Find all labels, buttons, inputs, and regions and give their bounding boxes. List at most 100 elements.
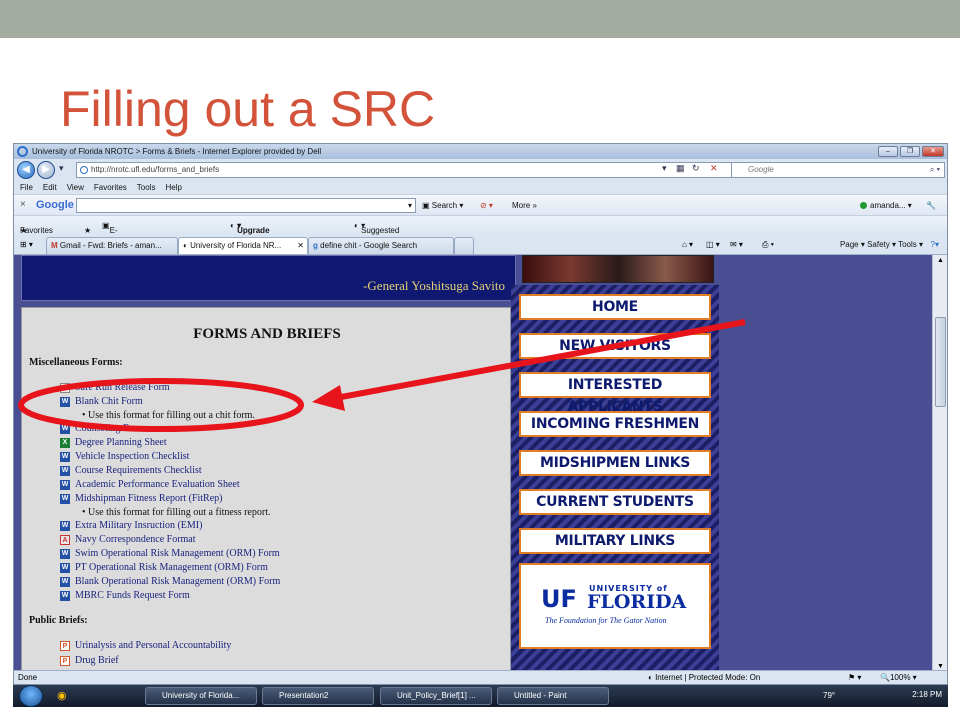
mail-icon[interactable]: ✉ ▾ [730,240,743,249]
tab-define-chit[interactable]: g define chit - Google Search [308,237,454,254]
maximize-button[interactable]: ❐ [900,146,920,157]
page-header-band: -General Yoshitsuga Savito [21,255,516,301]
chit-note: • Use this format for filling out a chit… [82,410,255,421]
address-dropdown-icon[interactable]: ▾ [662,163,667,174]
word-file-icon: W [60,466,70,476]
scroll-down-icon[interactable]: ▼ [937,663,944,670]
history-dropdown-icon[interactable]: ▾ [59,163,64,174]
security-zone: ◐ Internet | Protected Mode: On [648,673,761,682]
favorite-elearning[interactable]: ▣ E-Learning (Sakai) EIN435... [102,221,143,262]
back-button[interactable]: ◀ [17,161,35,179]
refresh-icon[interactable]: ↻ [692,163,700,174]
menu-favorites[interactable]: Favorites [94,181,127,194]
compat-view-icon[interactable]: ▦ [676,163,685,174]
taskbar-paint[interactable]: Untitled - Paint [497,687,609,705]
link-safe-run-release[interactable]: Safe Run Release Form [75,382,170,393]
link-emi[interactable]: Extra Military Insruction (EMI) [75,520,202,531]
tab-chit-label: define chit - Google Search [320,241,418,250]
uf-logo-mark: UF [541,585,577,613]
feeds-icon[interactable]: ◫ ▾ [706,240,720,249]
google-search-dropdown-icon[interactable]: ▾ [408,201,412,210]
google-more-button[interactable]: More » [512,201,537,210]
taskbar-ie[interactable]: University of Florida... [145,687,257,705]
google-account[interactable]: amanda... ▾ [860,201,912,210]
link-blank-orm[interactable]: Blank Operational Risk Management (ORM) … [75,576,280,587]
tab-uf-label: University of Florida NR... [190,241,282,250]
favorite-suggested[interactable]: ◐ Suggested Sites ▾ [354,221,399,244]
nav-new-visitors[interactable]: NEW VISITORS [519,333,711,359]
link-urinalysis-brief[interactable]: Urinalysis and Personal Accountability [75,640,231,651]
word-file-icon: W [60,452,70,462]
word-file-icon: W [60,563,70,573]
window-title: University of Florida NROTC > Forms & Br… [32,147,322,156]
close-button[interactable]: ✕ [922,146,944,157]
nav-home[interactable]: HOME [519,294,711,320]
menu-edit[interactable]: Edit [43,181,57,194]
nav-midshipmen-links[interactable]: MIDSHIPMEN LINKS [519,450,711,476]
new-tab-button[interactable] [454,237,474,254]
menu-tools[interactable]: Tools [137,181,156,194]
print-icon[interactable]: ⎙ ▾ [762,240,774,250]
tab-gmail[interactable]: M Gmail - Fwd: Briefs - aman... [46,237,178,254]
taskbar-word[interactable]: Unit_Policy_Brief[1] ... [380,687,492,705]
google-search-button[interactable]: ▣ Search ▾ [422,201,463,210]
link-blank-chit[interactable]: Blank Chit Form [75,396,143,407]
ie-tab-icon: ◐ [183,241,188,250]
link-drug-brief[interactable]: Drug Brief [75,655,119,666]
link-course-requirements[interactable]: Course Requirements Checklist [75,465,202,476]
vertical-scrollbar[interactable]: ▲ ▼ [932,255,947,672]
link-degree-planning[interactable]: Degree Planning Sheet [75,437,167,448]
link-swim-orm[interactable]: Swim Operational Risk Management (ORM) F… [75,548,280,559]
nav-incoming-freshmen[interactable]: INCOMING FRESHMEN [519,411,711,437]
forms-heading: FORMS AND BRIEFS [193,326,341,342]
minimize-button[interactable]: – [878,146,898,157]
google-toolbar-search-input[interactable] [76,198,416,213]
favorite-upgrade[interactable]: ◐ Upgrade Your Browser ▾ [230,221,270,253]
nav-interested-applicants[interactable]: INTERESTED APPLICANTS [519,372,711,415]
clock[interactable]: 2:18 PM [912,690,942,699]
link-vehicle-inspection[interactable]: Vehicle Inspection Checklist [75,451,189,462]
pdf-file-icon: A [60,535,70,545]
menu-view[interactable]: View [67,181,84,194]
chrome-icon[interactable]: ◉ [57,689,67,702]
protected-mode-icon[interactable]: ⚑ ▾ [848,671,861,684]
scroll-up-icon[interactable]: ▲ [937,257,944,264]
address-bar[interactable]: http://nrotc.ufl.edu/forms_and_briefs [76,162,739,178]
link-mbrc-funds[interactable]: MBRC Funds Request Form [75,590,190,601]
taskbar-powerpoint[interactable]: Presentation2 [262,687,374,705]
search-magnifier-icon[interactable]: ⌕ ▾ [930,163,940,177]
link-fitrep[interactable]: Midshipman Fitness Report (FitRep) [75,493,223,504]
link-navy-correspondence[interactable]: Navy Correspondence Format [75,534,196,545]
slide-title: Filling out a SRC [60,81,436,137]
help-icon[interactable]: ?▾ [931,240,939,249]
quick-tabs-icon[interactable]: ⊞ ▾ [20,240,33,249]
tab-uf-nrotc[interactable]: ◐ University of Florida NR... ✕ [178,237,308,254]
nav-current-students[interactable]: CURRENT STUDENTS [519,489,711,515]
uf-logo[interactable]: UF UNIVERSITY of FLORIDA The Foundation … [519,563,711,649]
command-bar[interactable]: Page ▾ Safety ▾ Tools ▾ [840,240,923,249]
start-button[interactable] [19,685,43,707]
menu-help[interactable]: Help [165,181,181,194]
google-logo: Google [36,199,74,211]
search-placeholder: Google [748,165,774,174]
close-toolbar-icon[interactable]: × [20,199,26,210]
scroll-thumb[interactable] [935,317,946,407]
ppt-file-icon: P [60,641,70,651]
zoom-level[interactable]: 🔍100% ▾ [880,671,917,684]
address-row: ◀ ▶ ▾ http://nrotc.ufl.edu/forms_and_bri… [14,159,947,181]
forward-button[interactable]: ▶ [37,161,55,179]
stop-icon[interactable]: ✕ [710,163,718,174]
search-input[interactable]: Google ⌕ ▾ [731,162,945,178]
web-page-content: -General Yoshitsuga Savito FORMS AND BRI… [14,255,934,672]
wrench-icon[interactable]: 🔧 [926,201,936,210]
nav-military-links[interactable]: MILITARY LINKS [519,528,711,554]
popup-blocker-icon[interactable]: ⊘ ▾ [480,201,493,210]
menu-file[interactable]: File [20,181,33,194]
site-nav: HOME NEW VISITORS INTERESTED APPLICANTS … [511,285,719,672]
home-icon[interactable]: ⌂ ▾ [682,240,693,249]
tab-close-icon[interactable]: ✕ [297,238,304,253]
uf-logo-tagline: The Foundation for The Gator Nation [545,616,667,625]
link-counseling[interactable]: Counseling Form [75,423,145,434]
link-academic-performance[interactable]: Academic Performance Evaluation Sheet [75,479,240,490]
link-pt-orm[interactable]: PT Operational Risk Management (ORM) For… [75,562,268,573]
